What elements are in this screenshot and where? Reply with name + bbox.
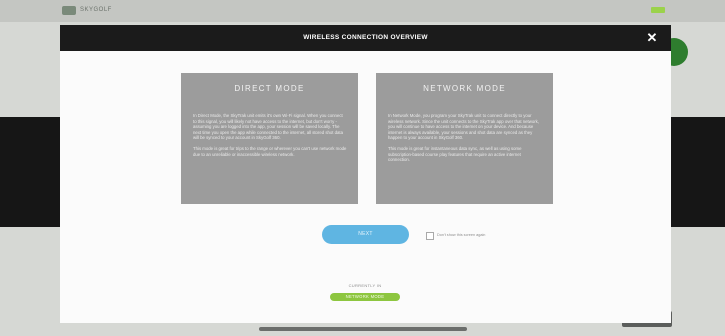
direct-mode-description: In Direct Mode, the SkyTrak unit emits i… xyxy=(193,113,347,162)
dont-show-checkbox[interactable] xyxy=(426,232,434,240)
network-mode-description: In Network Mode, you program your SkyTra… xyxy=(388,113,542,168)
direct-mode-paragraph: In Direct Mode, the SkyTrak unit emits i… xyxy=(193,113,344,141)
direct-mode-panel: DIRECT MODE In Direct Mode, the SkyTrak … xyxy=(181,73,358,204)
network-mode-paragraph: In Network Mode, you program your SkyTra… xyxy=(388,113,540,141)
background-panel-left xyxy=(0,117,60,227)
next-button[interactable]: NEXT xyxy=(322,225,409,244)
app-status-bar: SKYGOLF xyxy=(0,0,725,22)
network-mode-panel: NETWORK MODE In Network Mode, you progra… xyxy=(376,73,553,204)
wireless-overview-modal: WIRELESS CONNECTION OVERVIEW ✕ DIRECT MO… xyxy=(60,25,671,323)
background-panel-right xyxy=(665,117,725,227)
modal-header: WIRELESS CONNECTION OVERVIEW ✕ xyxy=(60,25,671,51)
app-brand-label: SKYGOLF xyxy=(80,7,112,13)
currently-in-label: CURRENTLY IN xyxy=(348,283,382,288)
network-mode-paragraph: This mode is great for instantaneous dat… xyxy=(388,145,522,163)
skytrak-logo-icon xyxy=(62,6,76,15)
modal-title: WIRELESS CONNECTION OVERVIEW xyxy=(303,34,428,41)
direct-mode-title: DIRECT MODE xyxy=(234,84,305,93)
dont-show-label: Don't show this screen again xyxy=(437,233,486,237)
close-icon[interactable]: ✕ xyxy=(643,29,661,47)
network-mode-title: NETWORK MODE xyxy=(423,84,506,93)
current-mode-badge: NETWORK MODE xyxy=(330,293,400,301)
home-indicator[interactable] xyxy=(259,327,467,331)
direct-mode-paragraph: This mode is great for trips to the rang… xyxy=(193,145,347,157)
battery-icon xyxy=(651,7,665,13)
